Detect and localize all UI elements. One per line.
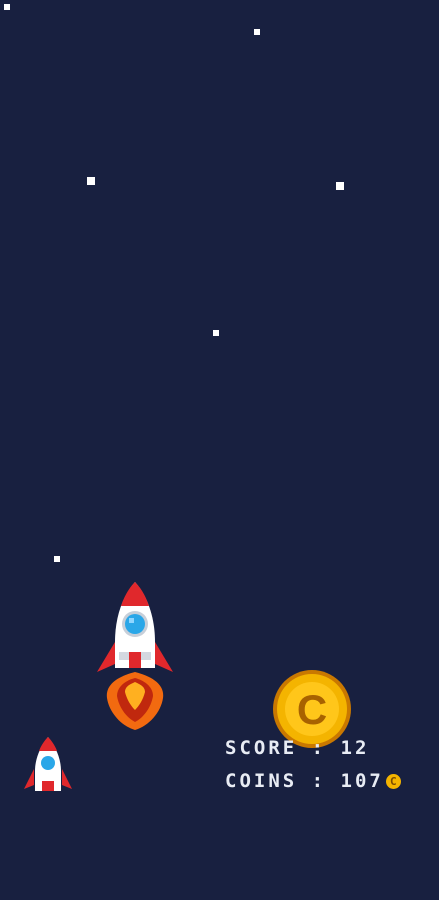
- coin-glyph: C: [297, 686, 327, 733]
- coin-mini-icon: C: [385, 774, 401, 789]
- coins-label: COINS : 107: [225, 770, 384, 792]
- coins-counter: COINS : 107 C: [225, 770, 401, 792]
- score-label: SCORE : 12: [225, 737, 370, 759]
- star: [213, 330, 219, 336]
- star: [4, 4, 10, 10]
- star: [54, 556, 60, 562]
- star: [336, 182, 344, 190]
- star: [87, 177, 95, 185]
- game-canvas[interactable]: C SCORE : 12 COINS : 107 C: [0, 0, 439, 900]
- star: [254, 29, 260, 35]
- player-rocket-icon: [97, 582, 173, 730]
- life-rocket-icon: [24, 737, 72, 791]
